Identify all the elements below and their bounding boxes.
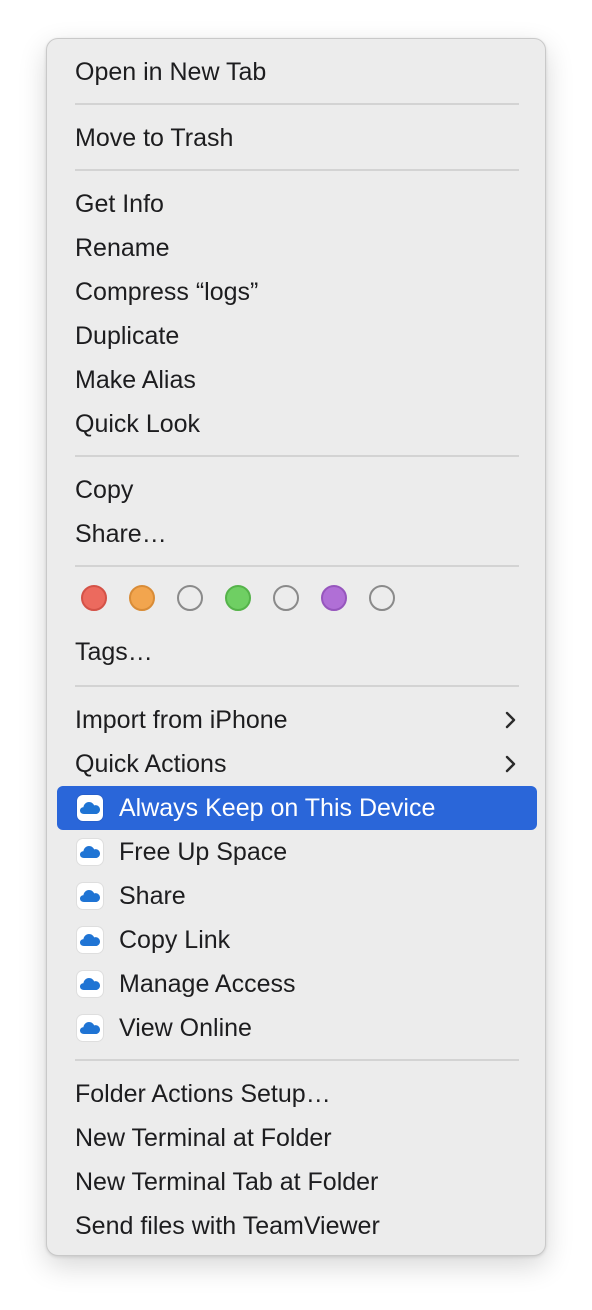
menu-item-label: Share: [119, 882, 186, 910]
menu-item-label: Copy Link: [119, 926, 231, 954]
separator: [75, 1059, 519, 1061]
tag-color-picker: [81, 585, 411, 615]
menu-item-tags[interactable]: Tags…: [57, 630, 537, 674]
separator: [75, 103, 519, 105]
menu-item-make-alias[interactable]: Make Alias: [57, 358, 537, 402]
menu-item-label: Quick Look: [75, 410, 201, 438]
tag-orange[interactable]: [129, 585, 155, 611]
menu-item-view-online[interactable]: View Online: [57, 1006, 537, 1050]
menu-item-quick-look[interactable]: Quick Look: [57, 402, 537, 446]
menu-item-label: Duplicate: [75, 322, 180, 350]
menu-item-label: New Terminal Tab at Folder: [75, 1168, 379, 1196]
menu-item-move-to-trash[interactable]: Move to Trash: [57, 116, 537, 160]
separator: [75, 169, 519, 171]
menu-item-label: View Online: [119, 1014, 252, 1042]
menu-item-quick-actions[interactable]: Quick Actions: [57, 742, 537, 786]
menu-item-onedrive-share[interactable]: Share: [57, 874, 537, 918]
menu-item-free-up-space[interactable]: Free Up Space: [57, 830, 537, 874]
menu-item-copy-link[interactable]: Copy Link: [57, 918, 537, 962]
menu-item-label: Tags…: [75, 638, 153, 666]
menu-item-label: Make Alias: [75, 366, 196, 394]
menu-item-label: Folder Actions Setup…: [75, 1080, 331, 1108]
menu-item-label: New Terminal at Folder: [75, 1124, 332, 1152]
chevron-right-icon: [505, 755, 516, 773]
menu-item-send-files-teamviewer[interactable]: Send files with TeamViewer: [57, 1204, 537, 1248]
menu-item-always-keep-on-device[interactable]: Always Keep on This Device: [57, 786, 537, 830]
onedrive-cloud-icon: [77, 927, 103, 953]
menu-item-new-terminal-tab-at-folder[interactable]: New Terminal Tab at Folder: [57, 1160, 537, 1204]
menu-item-label: Import from iPhone: [75, 706, 288, 734]
tag-empty[interactable]: [273, 585, 299, 611]
tag-red[interactable]: [81, 585, 107, 611]
menu-item-copy[interactable]: Copy: [57, 468, 537, 512]
tag-empty[interactable]: [369, 585, 395, 611]
onedrive-cloud-icon: [77, 971, 103, 997]
menu-item-label: Compress “logs”: [75, 278, 259, 306]
menu-item-rename[interactable]: Rename: [57, 226, 537, 270]
menu-item-new-terminal-at-folder[interactable]: New Terminal at Folder: [57, 1116, 537, 1160]
menu-item-duplicate[interactable]: Duplicate: [57, 314, 537, 358]
onedrive-cloud-icon: [77, 795, 103, 821]
menu-item-manage-access[interactable]: Manage Access: [57, 962, 537, 1006]
onedrive-cloud-icon: [77, 839, 103, 865]
menu-item-label: Copy: [75, 476, 134, 504]
onedrive-cloud-icon: [77, 883, 103, 909]
menu-item-label: Open in New Tab: [75, 58, 267, 86]
tag-empty[interactable]: [177, 585, 203, 611]
menu-item-label: Share…: [75, 520, 167, 548]
tag-green[interactable]: [225, 585, 251, 611]
separator: [75, 565, 519, 567]
separator: [75, 455, 519, 457]
menu-item-label: Rename: [75, 234, 170, 262]
menu-item-label: Send files with TeamViewer: [75, 1212, 380, 1240]
context-menu: Open in New Tab Move to Trash Get Info R…: [46, 38, 546, 1256]
menu-item-get-info[interactable]: Get Info: [57, 182, 537, 226]
menu-item-label: Manage Access: [119, 970, 296, 998]
menu-item-label: Move to Trash: [75, 124, 234, 152]
menu-item-label: Quick Actions: [75, 750, 227, 778]
chevron-right-icon: [505, 711, 516, 729]
menu-item-compress[interactable]: Compress “logs”: [57, 270, 537, 314]
tag-purple[interactable]: [321, 585, 347, 611]
menu-item-folder-actions-setup[interactable]: Folder Actions Setup…: [57, 1072, 537, 1116]
menu-item-label: Free Up Space: [119, 838, 288, 866]
onedrive-cloud-icon: [77, 1015, 103, 1041]
menu-item-open-in-new-tab[interactable]: Open in New Tab: [57, 50, 537, 94]
menu-item-import-from-iphone[interactable]: Import from iPhone: [57, 698, 537, 742]
separator: [75, 685, 519, 687]
menu-item-label: Get Info: [75, 190, 164, 218]
menu-item-share[interactable]: Share…: [57, 512, 537, 556]
menu-item-label: Always Keep on This Device: [119, 794, 436, 822]
